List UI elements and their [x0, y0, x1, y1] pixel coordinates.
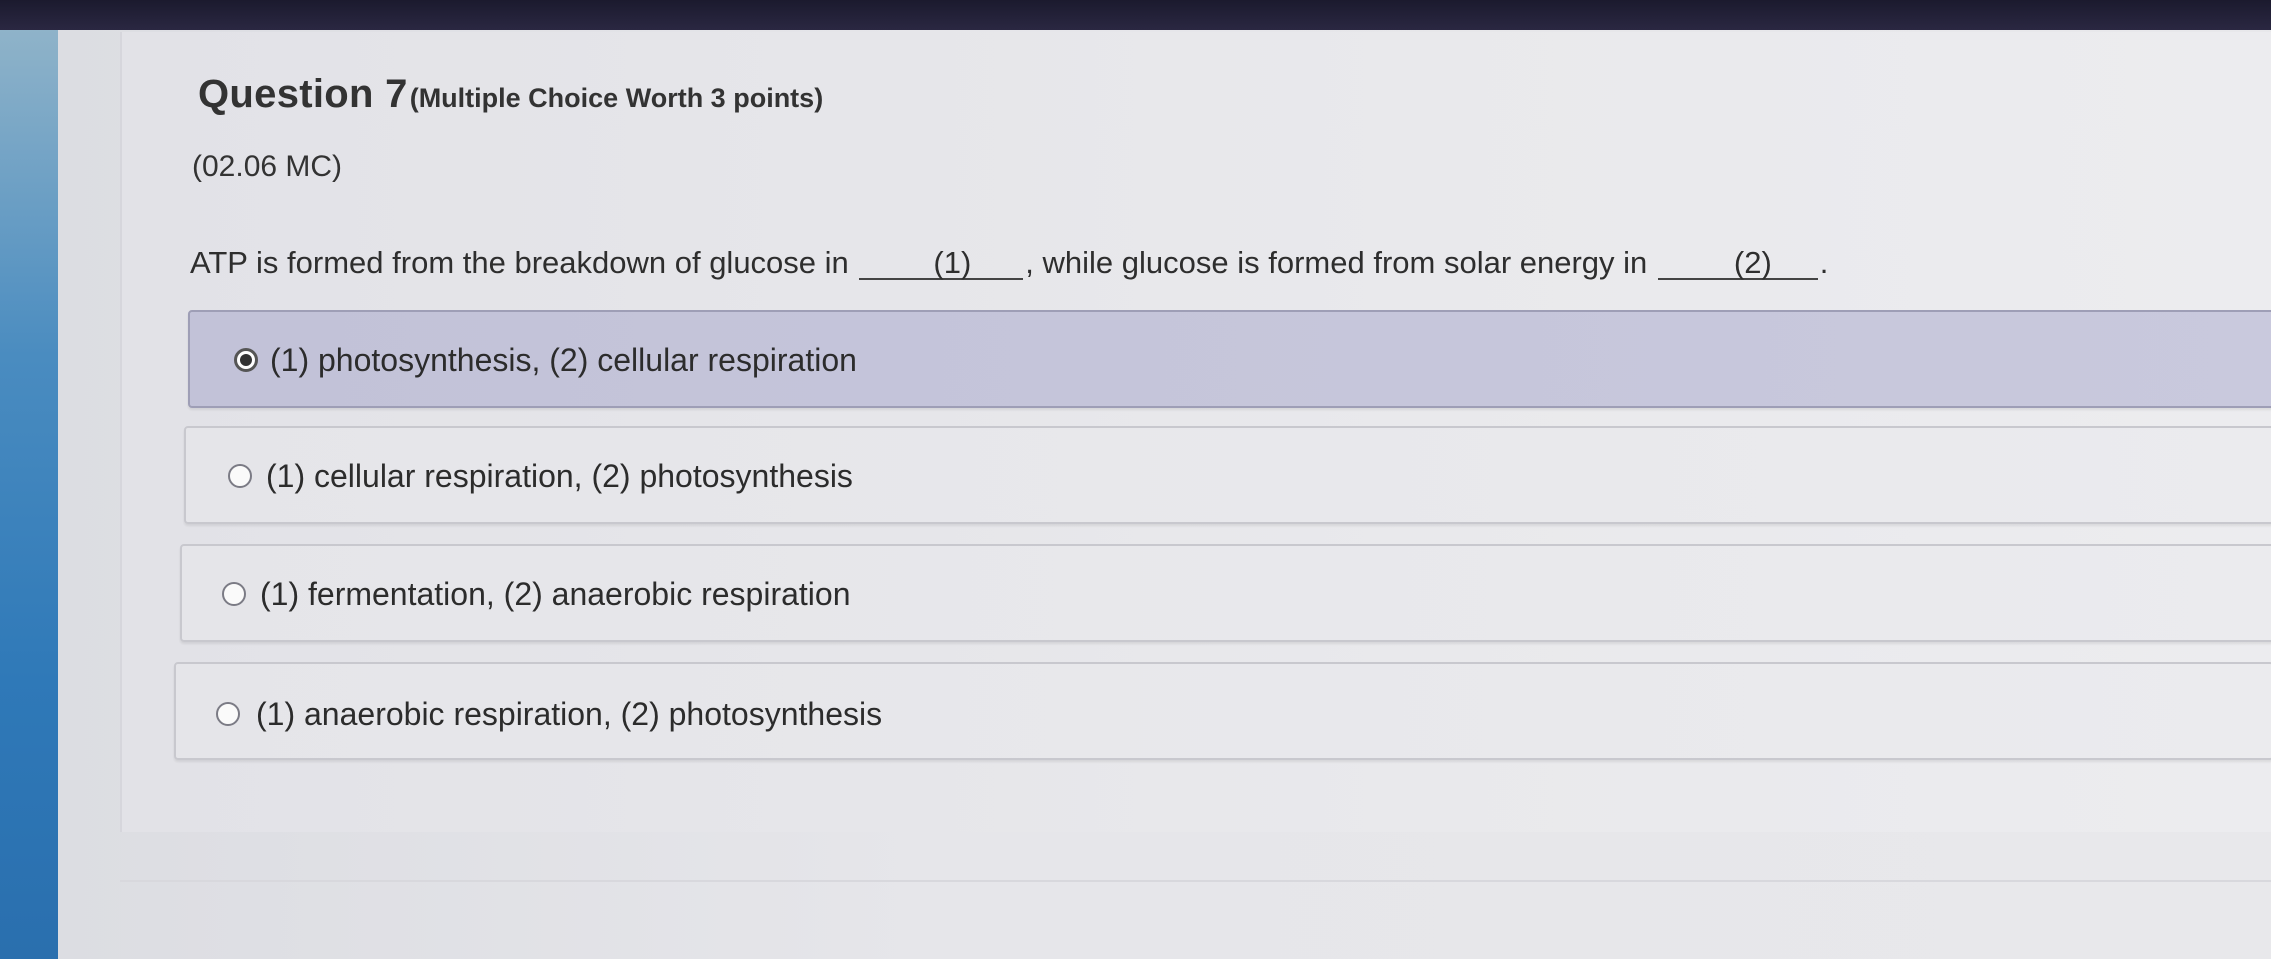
- answer-option-2[interactable]: (1) cellular respiration, (2) photosynth…: [184, 426, 2271, 524]
- question-code: (02.06 MC): [192, 150, 343, 183]
- answer-option-label: (1) photosynthesis, (2) cellular respira…: [270, 342, 857, 378]
- radio-unselected-icon[interactable]: [228, 464, 252, 488]
- stem-text-2: , while glucose is formed from solar ene…: [1025, 245, 1648, 280]
- answer-option-label: (1) anaerobic respiration, (2) photosynt…: [256, 696, 883, 732]
- blank-2: (2): [1657, 247, 1818, 280]
- stem-text-1: ATP is formed from the breakdown of gluc…: [190, 245, 849, 280]
- divider: [120, 880, 2271, 882]
- stem-end: .: [1819, 245, 1829, 280]
- screen-top-bezel: [0, 0, 2271, 34]
- radio-unselected-icon[interactable]: [216, 702, 240, 726]
- answer-option-label: (1) cellular respiration, (2) photosynth…: [266, 458, 853, 494]
- question-stem: ATP is formed from the breakdown of gluc…: [190, 245, 1828, 281]
- blank-1: (1): [859, 247, 1024, 280]
- radio-selected-icon[interactable]: [234, 348, 258, 372]
- answer-option-4[interactable]: (1) anaerobic respiration, (2) photosynt…: [174, 662, 2271, 760]
- question-number: Question 7: [198, 72, 408, 116]
- question-heading: Question 7(Multiple Choice Worth 3 point…: [198, 72, 823, 117]
- question-points: (Multiple Choice Worth 3 points): [409, 83, 824, 113]
- answer-option-label: (1) fermentation, (2) anaerobic respirat…: [260, 576, 851, 612]
- answer-option-3[interactable]: (1) fermentation, (2) anaerobic respirat…: [180, 544, 2271, 642]
- screen-left-edge: [0, 30, 64, 959]
- answer-option-1[interactable]: (1) photosynthesis, (2) cellular respira…: [188, 310, 2271, 408]
- radio-unselected-icon[interactable]: [222, 582, 246, 606]
